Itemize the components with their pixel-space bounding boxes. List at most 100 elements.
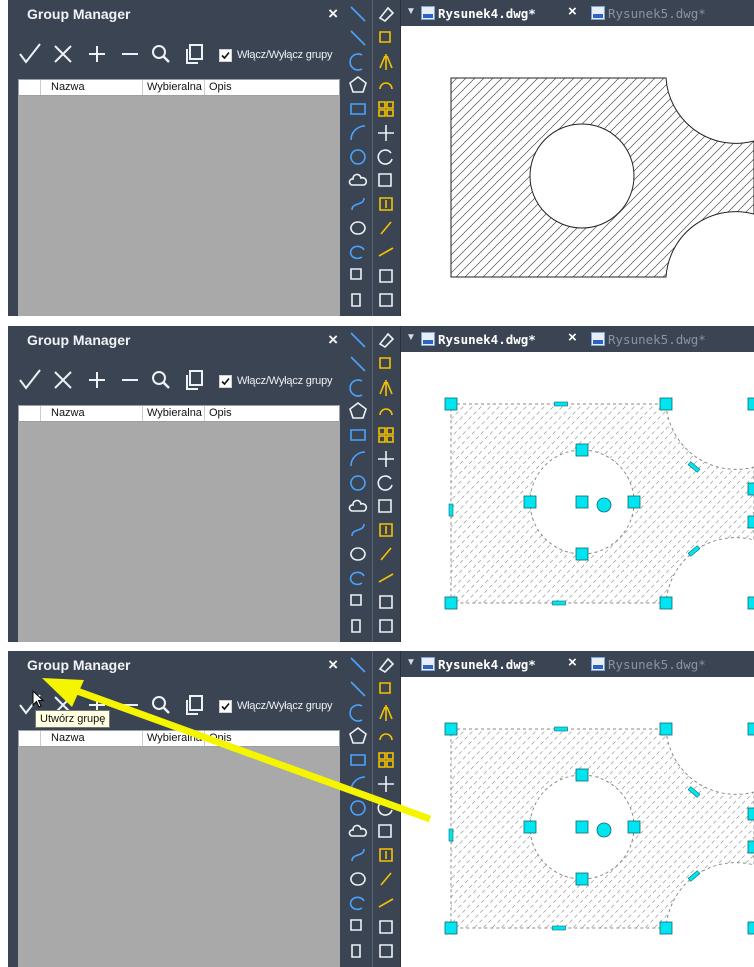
ellipse-arc-tool-button[interactable] — [348, 242, 368, 262]
extend-tool-button[interactable] — [376, 568, 396, 588]
rotate-tool-button[interactable] — [376, 147, 396, 167]
find-group-button[interactable] — [149, 368, 173, 392]
column-header-selectable[interactable]: Wybieralna — [142, 80, 204, 95]
erase-tool-button[interactable] — [376, 4, 396, 24]
ray-tool-button[interactable] — [348, 354, 368, 374]
grip-square[interactable] — [575, 495, 589, 509]
grip-square[interactable] — [523, 495, 537, 509]
trim-tool-button[interactable] — [376, 544, 396, 564]
erase-tool-button[interactable] — [376, 330, 396, 350]
grip-square[interactable] — [747, 515, 754, 529]
tab-close-button[interactable]: × — [568, 329, 577, 346]
join-tool-button[interactable] — [376, 290, 396, 310]
groups-table-body[interactable] — [18, 96, 340, 316]
toggle-groups-option[interactable]: Włącz/Wyłącz grupy — [219, 47, 333, 63]
create-group-button[interactable] — [18, 42, 42, 66]
polygon-tool-button[interactable] — [348, 401, 368, 421]
scale-tool-button[interactable] — [376, 171, 396, 191]
grip-midpoint[interactable] — [448, 503, 454, 517]
offset-tool-button[interactable] — [376, 75, 396, 95]
find-group-button[interactable] — [149, 42, 173, 66]
grip-circle-center[interactable] — [596, 497, 612, 513]
insert-block-tool-button[interactable] — [348, 592, 368, 612]
spline-tool-button[interactable] — [348, 194, 368, 214]
scale-tool-button[interactable] — [376, 497, 396, 517]
move-tool-button[interactable] — [376, 449, 396, 469]
block-define-tool-button[interactable] — [348, 290, 368, 310]
tab-rysunek4[interactable]: Rysunek4.dwg* — [421, 3, 536, 23]
remove-from-group-button[interactable] — [118, 368, 142, 392]
toggle-groups-checkbox[interactable] — [219, 48, 232, 62]
rectangle-tool-button[interactable] — [348, 425, 368, 445]
grip-square[interactable] — [444, 596, 458, 610]
delete-group-button[interactable] — [51, 42, 75, 66]
selection-grips[interactable] — [444, 397, 754, 610]
trim-tool-button[interactable] — [376, 218, 396, 238]
stretch-tool-button[interactable] — [376, 520, 396, 540]
column-header-name[interactable]: Nazwa — [40, 406, 142, 421]
inner-circle[interactable] — [529, 123, 635, 229]
arc-tool-button[interactable] — [348, 378, 368, 398]
break-tool-button[interactable] — [376, 266, 396, 286]
polygon-tool-button[interactable] — [348, 75, 368, 95]
move-tool-button[interactable] — [376, 123, 396, 143]
column-header-name[interactable]: Nazwa — [40, 80, 142, 95]
toggle-groups-option[interactable]: Włącz/Wyłącz grupy — [219, 373, 333, 389]
array-tool-button[interactable] — [376, 425, 396, 445]
cloud-tool-button[interactable] — [348, 497, 368, 517]
ellipse-tool-button[interactable] — [348, 218, 368, 238]
grip-square[interactable] — [575, 547, 589, 561]
grip-square[interactable] — [659, 397, 673, 411]
offset-tool-button[interactable] — [376, 401, 396, 421]
line-tool-button[interactable] — [348, 4, 368, 24]
mirror-tool-button[interactable] — [376, 52, 396, 72]
ray-tool-button[interactable] — [348, 28, 368, 48]
grip-square[interactable] — [575, 443, 589, 457]
spline-tool-button[interactable] — [348, 520, 368, 540]
tab-list-dropdown-icon[interactable]: ▼ — [406, 332, 416, 343]
copy-object-tool-button[interactable] — [376, 28, 396, 48]
tab-list-dropdown-icon[interactable]: ▼ — [406, 6, 416, 17]
column-header-description[interactable]: Opis — [204, 80, 339, 95]
ellipse-tool-button[interactable] — [348, 544, 368, 564]
grip-square[interactable] — [659, 596, 673, 610]
array-tool-button[interactable] — [376, 99, 396, 119]
grip-square[interactable] — [747, 482, 754, 496]
join-tool-button[interactable] — [376, 616, 396, 636]
add-to-group-button[interactable] — [85, 42, 109, 66]
arc3p-tool-button[interactable] — [348, 123, 368, 143]
arc3p-tool-button[interactable] — [348, 449, 368, 469]
grip-midpoint[interactable] — [552, 600, 566, 606]
copy-object-tool-button[interactable] — [376, 354, 396, 374]
tab-rysunek5[interactable]: Rysunek5.dwg* — [591, 3, 706, 23]
line-tool-button[interactable] — [348, 330, 368, 350]
ellipse-arc-tool-button[interactable] — [348, 568, 368, 588]
grip-square[interactable] — [747, 596, 754, 610]
toggle-groups-checkbox[interactable] — [219, 374, 232, 388]
grip-midpoint[interactable] — [554, 401, 568, 407]
rectangle-tool-button[interactable] — [348, 99, 368, 119]
copy-group-button[interactable] — [182, 42, 206, 66]
break-tool-button[interactable] — [376, 592, 396, 612]
grip-square[interactable] — [627, 495, 641, 509]
column-header-description[interactable]: Opis — [204, 406, 339, 421]
arc-tool-button[interactable] — [348, 52, 368, 72]
grip-square[interactable] — [747, 397, 754, 411]
delete-group-button[interactable] — [51, 368, 75, 392]
panel-close-button[interactable]: × — [328, 330, 338, 350]
create-group-button[interactable] — [18, 368, 42, 392]
insert-block-tool-button[interactable] — [348, 266, 368, 286]
stretch-tool-button[interactable] — [376, 194, 396, 214]
rotate-tool-button[interactable] — [376, 473, 396, 493]
cloud-tool-button[interactable] — [348, 171, 368, 191]
remove-from-group-button[interactable] — [118, 42, 142, 66]
drawing-canvas[interactable] — [401, 352, 754, 642]
extend-tool-button[interactable] — [376, 242, 396, 262]
column-header-selectable[interactable]: Wybieralna — [142, 406, 204, 421]
copy-group-button[interactable] — [182, 368, 206, 392]
mirror-tool-button[interactable] — [376, 378, 396, 398]
drawing-canvas[interactable] — [401, 26, 754, 316]
panel-close-button[interactable]: × — [328, 4, 338, 24]
tab-rysunek4[interactable]: Rysunek4.dwg* — [421, 329, 536, 349]
add-to-group-button[interactable] — [85, 368, 109, 392]
